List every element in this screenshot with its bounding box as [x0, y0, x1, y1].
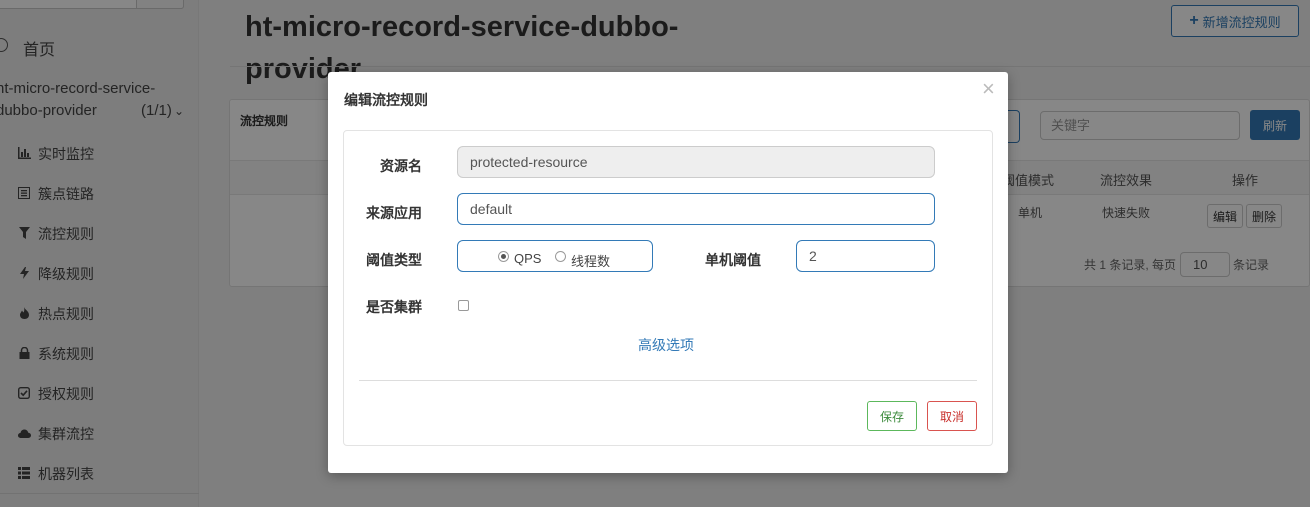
- edit-flow-rule-dialog: 编辑流控规则 × 资源名 protected-resource 来源应用 def…: [328, 72, 1008, 473]
- close-icon[interactable]: ×: [982, 76, 995, 102]
- save-button[interactable]: 保存: [867, 401, 917, 431]
- origin-app-label: 来源应用: [366, 205, 422, 221]
- thread-count-radio[interactable]: [555, 251, 566, 262]
- cluster-mode-checkbox[interactable]: [458, 300, 469, 311]
- advanced-options-link[interactable]: 高级选项: [638, 335, 694, 355]
- resource-name-field: protected-resource: [457, 146, 935, 178]
- cancel-button[interactable]: 取消: [927, 401, 977, 431]
- origin-app-field[interactable]: default: [457, 193, 935, 225]
- resource-name-label: 资源名: [380, 158, 422, 174]
- single-threshold-field[interactable]: 2: [796, 240, 935, 272]
- threshold-type-label: 阈值类型: [366, 252, 422, 268]
- single-threshold-label: 单机阈值: [705, 252, 761, 268]
- rule-form: 资源名 protected-resource 来源应用 default 阈值类型…: [343, 130, 993, 446]
- form-divider: [359, 380, 977, 381]
- cluster-mode-label: 是否集群: [366, 299, 422, 315]
- qps-radio[interactable]: [498, 251, 509, 262]
- dialog-title: 编辑流控规则: [344, 92, 428, 108]
- thread-count-radio-label: 线程数: [571, 254, 611, 269]
- qps-radio-label: QPS: [514, 251, 542, 266]
